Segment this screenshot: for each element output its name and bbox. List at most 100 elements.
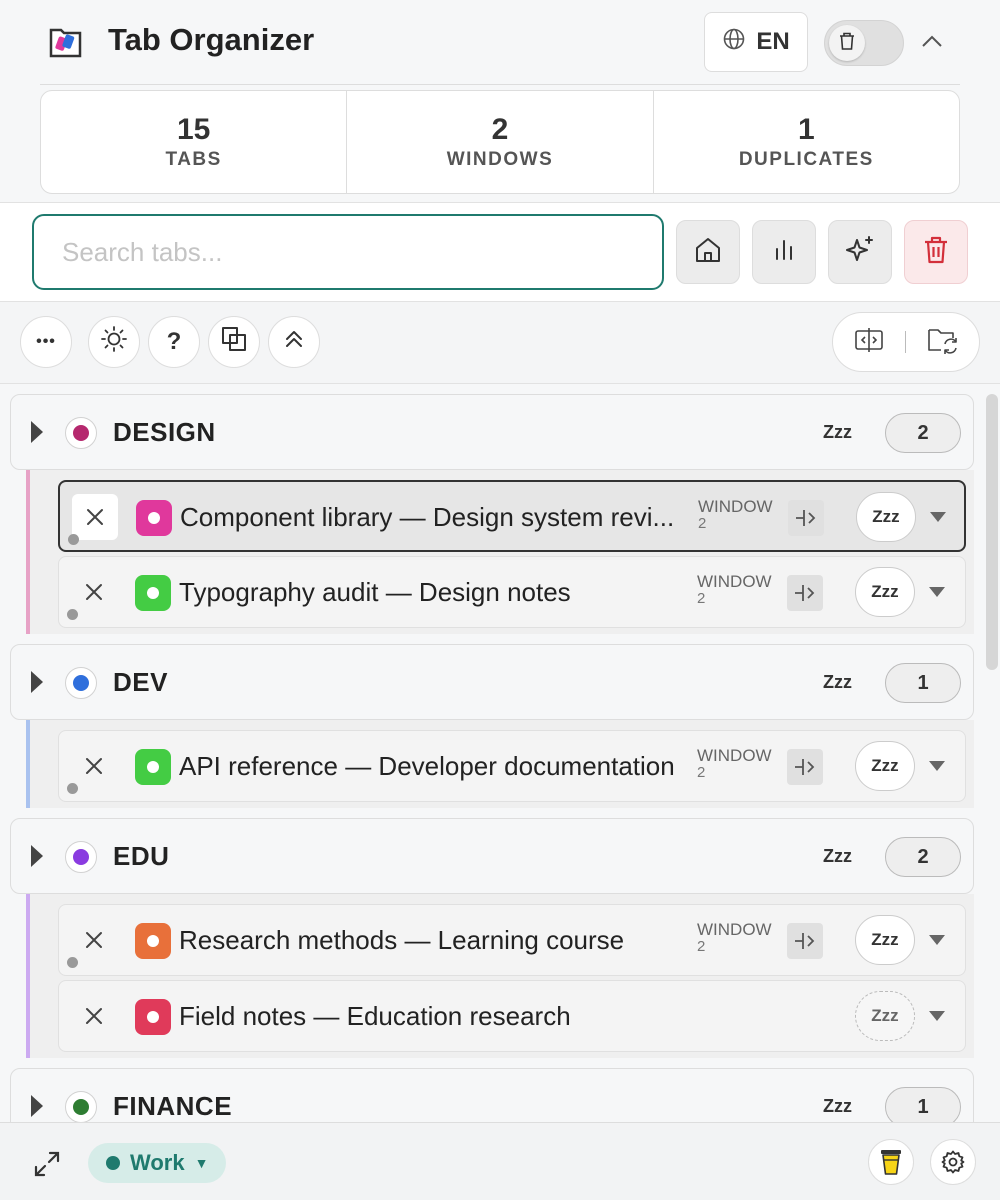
collapse-all-button[interactable] xyxy=(268,316,320,368)
split-view-icon[interactable] xyxy=(854,327,884,358)
duplicate-button[interactable] xyxy=(208,316,260,368)
delete-all-button[interactable] xyxy=(904,220,968,284)
expand-triangle-icon[interactable] xyxy=(31,421,43,443)
group-sleep-button[interactable]: Zzz xyxy=(823,672,852,693)
close-tab-button[interactable] xyxy=(71,917,117,963)
tab-row[interactable]: Field notes — Education research Zzz xyxy=(58,980,966,1052)
tab-row[interactable]: Component library — Design system revi..… xyxy=(58,480,966,552)
expand-triangle-icon[interactable] xyxy=(31,1095,43,1117)
group-tab-count: 2 xyxy=(885,837,961,877)
search-input[interactable] xyxy=(32,214,664,290)
group-sleep-button[interactable]: Zzz xyxy=(823,1096,852,1117)
tab-row[interactable]: API reference — Developer documentation … xyxy=(58,730,966,802)
tab-row[interactable]: Research methods — Learning course WINDO… xyxy=(58,904,966,976)
group-sleep-button[interactable]: Zzz xyxy=(823,422,852,443)
folder-sync-icon[interactable] xyxy=(927,326,959,359)
settings-button[interactable] xyxy=(930,1139,976,1185)
sleep-tab-button[interactable]: Zzz xyxy=(856,492,916,542)
favicon-icon xyxy=(136,500,172,536)
home-button[interactable] xyxy=(676,220,740,284)
list-scrollbar[interactable] xyxy=(986,394,998,670)
support-coffee-button[interactable] xyxy=(868,1139,914,1185)
move-to-window-button[interactable] xyxy=(787,749,823,785)
sleep-tab-button[interactable]: Zzz xyxy=(855,741,915,791)
tab-title: Typography audit — Design notes xyxy=(179,577,571,607)
chevron-down-icon: ▼ xyxy=(194,1155,209,1171)
close-tab-button[interactable] xyxy=(71,993,117,1039)
stat-label: TABS xyxy=(165,149,222,170)
close-icon xyxy=(86,758,102,774)
group-name: EDU xyxy=(113,841,170,871)
stat-duplicates: 1 DUPLICATES xyxy=(654,91,959,193)
move-to-window-button[interactable] xyxy=(787,923,823,959)
sleep-tab-button[interactable]: Zzz xyxy=(855,991,915,1041)
group-color-dot[interactable] xyxy=(65,417,97,449)
bar-chart-icon xyxy=(769,235,799,270)
delete-mode-toggle[interactable] xyxy=(824,20,904,66)
group-header-finance[interactable]: FINANCE Zzz 1 xyxy=(10,1068,974,1122)
color-swatch xyxy=(73,1099,89,1115)
close-tab-button[interactable] xyxy=(72,494,118,540)
group-sleep-button[interactable]: Zzz xyxy=(823,846,852,867)
stat-tabs: 15 TABS xyxy=(41,91,348,193)
sleep-tab-button[interactable]: Zzz xyxy=(855,567,915,617)
stat-value: 1 xyxy=(797,113,815,146)
sparkles-icon xyxy=(844,234,876,271)
ai-organize-button[interactable] xyxy=(828,220,892,284)
group-color-dot[interactable] xyxy=(65,667,97,699)
theme-toggle-button[interactable] xyxy=(88,316,140,368)
tab-menu-caret-icon[interactable] xyxy=(929,1011,945,1021)
tab-status-dot xyxy=(67,957,78,968)
tab-row[interactable]: Typography audit — Design notes WINDOW 2 … xyxy=(58,556,966,628)
workspace-selector[interactable]: Work ▼ xyxy=(88,1143,226,1183)
app-title: Tab Organizer xyxy=(108,22,315,57)
group-body-design: Component library — Design system revi..… xyxy=(26,470,974,634)
favicon-icon xyxy=(135,749,171,785)
close-tab-button[interactable] xyxy=(71,743,117,789)
trash-icon xyxy=(922,235,950,270)
tab-menu-caret-icon[interactable] xyxy=(930,512,946,522)
close-tab-button[interactable] xyxy=(71,569,117,615)
group-color-dot[interactable] xyxy=(65,1091,97,1122)
group-header-dev[interactable]: DEV Zzz 1 xyxy=(10,644,974,720)
move-to-window-button[interactable] xyxy=(788,500,824,536)
group-header-edu[interactable]: EDU Zzz 2 xyxy=(10,818,974,894)
color-swatch xyxy=(73,849,89,865)
window-text: WINDOW xyxy=(697,572,772,591)
window-text: WINDOW xyxy=(697,920,772,939)
expand-triangle-icon[interactable] xyxy=(31,845,43,867)
tab-menu-caret-icon[interactable] xyxy=(929,761,945,771)
tab-menu-caret-icon[interactable] xyxy=(929,587,945,597)
close-icon xyxy=(86,584,102,600)
sun-icon xyxy=(100,325,128,360)
window-label: WINDOW 2 xyxy=(697,747,772,781)
tab-title: Research methods — Learning course xyxy=(179,925,625,955)
group-color-dot[interactable] xyxy=(65,841,97,873)
collapse-header-button[interactable] xyxy=(916,28,948,58)
language-button[interactable]: EN xyxy=(704,12,808,72)
stat-value: 15 xyxy=(176,113,211,146)
move-window-icon xyxy=(795,759,815,775)
window-text: WINDOW xyxy=(698,497,773,516)
stats-panel: 15 TABS 2 WINDOWS 1 DUPLICATES xyxy=(40,90,960,194)
group-header-design[interactable]: DESIGN Zzz 2 xyxy=(10,394,974,470)
move-to-window-button[interactable] xyxy=(787,575,823,611)
group-name: DESIGN xyxy=(113,417,216,447)
more-options-button[interactable]: ••• xyxy=(20,316,72,368)
pill-divider xyxy=(904,331,906,353)
tab-menu-caret-icon[interactable] xyxy=(929,935,945,945)
workspace-dot xyxy=(106,1156,120,1170)
group-tab-count: 1 xyxy=(885,1087,961,1122)
expand-view-button[interactable] xyxy=(30,1147,64,1181)
tab-status-dot xyxy=(67,609,78,620)
group-body-edu: Research methods — Learning course WINDO… xyxy=(26,894,974,1058)
help-button[interactable]: ? xyxy=(148,316,200,368)
close-icon xyxy=(86,932,102,948)
expand-triangle-icon[interactable] xyxy=(31,671,43,693)
favicon-icon xyxy=(135,575,171,611)
close-icon xyxy=(86,1008,102,1024)
coffee-cup-icon xyxy=(881,1150,901,1175)
trash-icon xyxy=(838,31,856,56)
sleep-tab-button[interactable]: Zzz xyxy=(855,915,915,965)
stats-button[interactable] xyxy=(752,220,816,284)
